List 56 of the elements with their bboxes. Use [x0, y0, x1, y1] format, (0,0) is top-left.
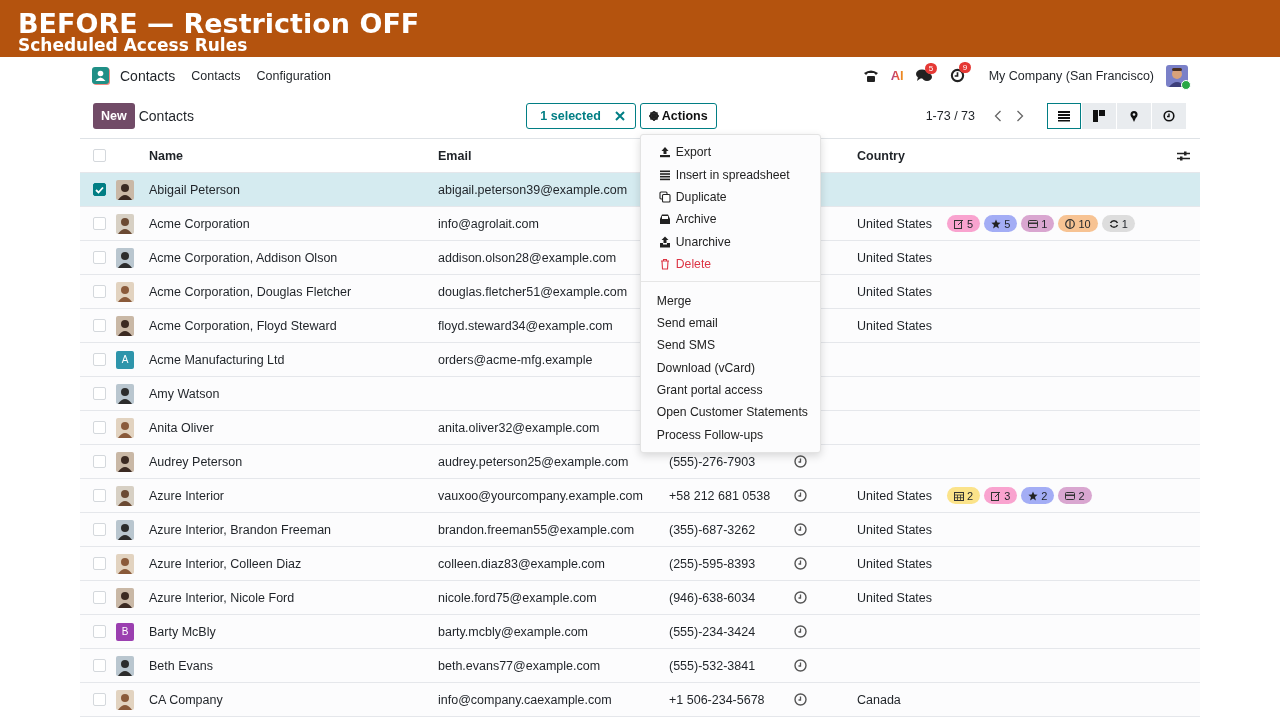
email-cell: colleen.diaz83@example.com [438, 556, 605, 571]
breadcrumb-title: Contacts [138, 108, 194, 124]
email-cell: info@agrolait.com [438, 216, 539, 231]
country-cell: United States [857, 488, 933, 503]
banner-title: BEFORE — Restriction OFF [18, 10, 421, 37]
name-cell-text: Azure Interior, Nicole Ford [149, 590, 296, 605]
phone-cell: (555)-532-3841 [669, 658, 756, 673]
email-cell: orders@acme-mfg.example [438, 352, 593, 367]
name-cell-text: CA Company [149, 692, 224, 707]
name-cell-text: Anita Oliver [149, 420, 215, 435]
phone-cell: (946)-638-6034 [669, 590, 756, 605]
name-cell-text: Acme Manufacturing Ltd [149, 352, 286, 367]
country-cell: United States [857, 318, 933, 333]
selection-count: 1 selected [540, 109, 601, 123]
email-cell: douglas.fletcher51@example.com [438, 284, 628, 299]
phone-cell: (555)-276-7903 [669, 454, 756, 469]
name-cell-text: Acme Corporation, Addison Olson [149, 250, 339, 265]
name-cell-text: Abigail Peterson [149, 182, 242, 197]
phone-cell: +1 506-234-5678 [669, 692, 765, 707]
notification-badge: 5 [924, 62, 938, 74]
email-cell: vauxoo@yourcompany.example.com [438, 488, 643, 503]
country-cell: United States [857, 522, 933, 537]
avatar-letter: B [116, 622, 134, 641]
country-cell: United States [857, 216, 933, 231]
name-cell-text: Acme Corporation, Douglas Fletcher [149, 284, 353, 299]
phone-cell: (555)-234-3424 [669, 624, 756, 639]
name-cell-text: Beth Evans [149, 658, 214, 673]
email-cell: beth.evans77@example.com [438, 658, 601, 673]
name-cell-text: Azure Interior, Colleen Diaz [149, 556, 303, 571]
name-cell-text: Acme Corporation, Floyd Steward [149, 318, 338, 333]
phone-cell: (255)-595-8393 [669, 556, 756, 571]
name-cell-text: Azure Interior, Brandon Freeman [149, 522, 333, 537]
country-cell: United States [857, 590, 933, 605]
country-cell: United States [857, 556, 933, 571]
email-cell: barty.mcbly@example.com [438, 624, 588, 639]
country-cell: United States [857, 284, 933, 299]
country-cell: Canada [857, 692, 901, 707]
notification-badge: 9 [958, 62, 972, 73]
email-cell: brandon.freeman55@example.com [438, 522, 635, 537]
email-cell: floyd.steward34@example.com [438, 318, 613, 333]
phone-cell: (355)-687-3262 [669, 522, 756, 537]
email-cell: nicole.ford75@example.com [438, 590, 597, 605]
name-cell-text: Azure Interior [149, 488, 226, 503]
name-cell-text: Audrey Peterson [149, 454, 244, 469]
email-cell: addison.olson28@example.com [438, 250, 617, 265]
phone-cell: +58 212 681 0538 [669, 488, 771, 503]
country-cell: United States [857, 250, 933, 265]
banner-subtitle: Scheduled Access Rules [18, 37, 249, 53]
name-cell-text: Barty McBly [149, 624, 217, 639]
name-cell-text: Amy Watson [149, 386, 221, 401]
email-cell: audrey.peterson25@example.com [438, 454, 629, 469]
email-cell: info@company.caexample.com [438, 692, 612, 707]
email-cell: abigail.peterson39@example.com [438, 182, 628, 197]
avatar-letter: A [116, 350, 134, 369]
email-cell: anita.oliver32@example.com [438, 420, 600, 435]
name-cell-text: Acme Corporation [149, 216, 251, 231]
